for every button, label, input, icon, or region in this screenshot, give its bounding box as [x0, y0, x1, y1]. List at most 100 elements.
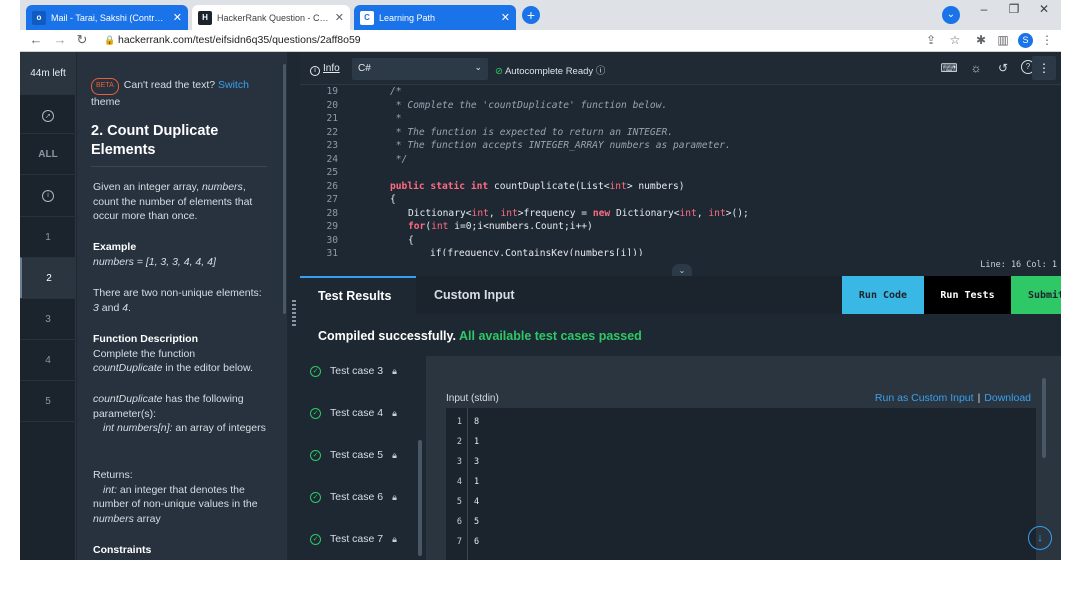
- rail-item-1[interactable]: 1: [20, 216, 76, 258]
- hackerrank-icon: H: [198, 10, 212, 25]
- tab-custom-input[interactable]: Custom Input: [416, 276, 546, 314]
- theme-notice: BETA Can't read the text? Switch theme: [91, 78, 249, 108]
- history-icon[interactable]: ↺: [994, 61, 1012, 75]
- code-editor[interactable]: 19 20 21 22 23 24 25 26 27 28 29 30 31 /…: [300, 86, 1061, 256]
- url-field[interactable]: hackerrank.com/test/eifsidn6q35/question…: [118, 34, 361, 46]
- list-item[interactable]: ✓ Test case 6 🔒︎: [310, 491, 397, 503]
- code-line: * The function accepts INTEGER_ARRAY num…: [390, 140, 731, 151]
- run-tests-button[interactable]: Run Tests: [924, 276, 1011, 314]
- stdin-line: 1: [474, 477, 480, 487]
- stdin-line: 1: [474, 437, 480, 447]
- close-icon[interactable]: ✕: [173, 11, 182, 24]
- share-icon[interactable]: ⇪: [922, 33, 940, 47]
- info-icon: i: [42, 189, 54, 202]
- language-select[interactable]: C# ⌄: [352, 58, 488, 80]
- test-io-panel: Input (stdin) Run as Custom Input | Downlo…: [426, 356, 1061, 560]
- back-icon[interactable]: ←: [28, 32, 44, 47]
- code-line: */: [390, 153, 408, 165]
- code-line: {: [408, 234, 414, 246]
- check-circle-icon: ✓: [310, 533, 321, 545]
- code-line: {: [390, 194, 396, 205]
- info-link[interactable]: i Info: [310, 63, 340, 76]
- compiled-message: Compiled successfully.: [318, 329, 457, 343]
- address-bar: ← → ↻ 🔒 hackerrank.com/test/eifsidn6q35/…: [20, 30, 1061, 52]
- browser-menu-icon[interactable]: ⋮: [1038, 33, 1056, 47]
- stdin-line: 4: [474, 497, 480, 507]
- code-line: * The function is expected to return an …: [390, 126, 674, 138]
- line-gutter: 19 20 21 22 23 24 25 26 27 28 29 30 31: [300, 86, 350, 256]
- switch-theme-link[interactable]: Switch: [218, 79, 249, 91]
- code-line: * Complete the 'countDuplicate' function…: [390, 99, 668, 111]
- arrow-down-icon[interactable]: ↓: [1028, 526, 1052, 550]
- test-case-list: ✓ Test case 3 🔒︎ ✓ Test case 4 🔒︎ ✓ Test case…: [300, 356, 426, 560]
- editor-toolbar: i Info C# ⌄ ⊘ Autocomplete Ready ⓘ ⌨ ☼ ↺ ?…: [300, 52, 1061, 85]
- submit-button[interactable]: Submit: [1011, 276, 1061, 314]
- panel-resize-handle[interactable]: [292, 300, 296, 326]
- stdin-line: 3: [474, 457, 480, 467]
- code-line: *: [390, 113, 402, 124]
- close-icon[interactable]: ✕: [501, 11, 510, 24]
- list-item[interactable]: ✓ Test case 7 🔒︎: [310, 533, 397, 545]
- question-nav-rail: 44m left ➚ ALL i 1 2 3 4 5: [20, 52, 76, 560]
- returns-section: Returns: int: an integer that denotes th…: [93, 469, 258, 525]
- lock-icon: 🔒︎: [392, 533, 397, 544]
- function-description: Function Description Complete the functi…: [93, 333, 253, 374]
- result-summary: Compiled successfully. All available tes…: [300, 314, 1061, 356]
- cursor-position: Line: 16 Col: 1: [980, 260, 1057, 270]
- list-item[interactable]: ✓ Test case 3 🔒︎: [310, 365, 397, 377]
- run-as-custom-input-link[interactable]: Run as Custom Input: [875, 392, 974, 404]
- theme-sun-icon[interactable]: ☼: [967, 61, 985, 75]
- reload-icon[interactable]: ↻: [74, 32, 90, 48]
- lock-icon: 🔒︎: [392, 449, 397, 460]
- keyboard-icon[interactable]: ⌨: [940, 61, 958, 75]
- close-icon[interactable]: ✕: [335, 11, 344, 24]
- page-title: 2. Count Duplicate Elements: [91, 123, 219, 158]
- minimize-icon[interactable]: –: [970, 2, 998, 16]
- side-panel-icon[interactable]: ▥: [994, 33, 1012, 47]
- extensions-icon[interactable]: ✱: [972, 33, 990, 47]
- rail-item-2[interactable]: 2: [20, 257, 76, 299]
- list-item[interactable]: ✓ Test case 4 🔒︎: [310, 407, 397, 419]
- new-tab-button[interactable]: +: [522, 6, 540, 24]
- rail-item-all[interactable]: ALL: [20, 133, 76, 175]
- code-line: /*: [390, 86, 402, 97]
- problem-scrollbar[interactable]: [283, 64, 286, 314]
- maximize-icon[interactable]: ❐: [1000, 2, 1028, 16]
- lock-icon: 🔒︎: [392, 491, 397, 502]
- avatar[interactable]: S: [1018, 33, 1033, 48]
- rail-info-button[interactable]: i: [20, 174, 76, 216]
- lock-icon: 🔒︎: [392, 365, 397, 376]
- problem-panel: BETA Can't read the text? Switch theme 2.…: [77, 52, 287, 560]
- tab-test-results[interactable]: Test Results: [300, 276, 416, 314]
- chevron-down-icon[interactable]: ⌄: [942, 6, 960, 24]
- list-item[interactable]: ✓ Test case 5 🔒︎: [310, 449, 397, 461]
- bookmark-star-icon[interactable]: ☆: [946, 33, 964, 47]
- nonunique-note: There are two non-unique elements: 3 and…: [93, 287, 262, 314]
- lock-icon: 🔒︎: [392, 407, 397, 418]
- io-scrollbar[interactable]: [1042, 378, 1046, 458]
- browser-tab-mail[interactable]: o Mail - Tarai, Sakshi (Contractor) - ✕: [26, 5, 188, 30]
- rail-item-3[interactable]: 3: [20, 298, 76, 340]
- compass-icon[interactable]: ➚: [20, 94, 76, 136]
- constraints-heading: Constraints: [93, 544, 152, 556]
- run-code-button[interactable]: Run Code: [842, 276, 924, 314]
- autocomplete-status: ⊘ Autocomplete Ready ⓘ: [495, 66, 606, 77]
- window-close-icon[interactable]: ✕: [1030, 2, 1058, 16]
- timer: 44m left: [20, 52, 76, 94]
- download-link[interactable]: Download: [984, 392, 1031, 404]
- test-case-scrollbar[interactable]: [418, 440, 422, 556]
- problem-description: Given an integer array, numbers, count t…: [93, 181, 253, 222]
- check-circle-icon: ✓: [310, 365, 321, 377]
- rail-item-4[interactable]: 4: [20, 339, 76, 381]
- forward-icon[interactable]: →: [52, 32, 68, 47]
- browser-tab-hackerrank[interactable]: H HackerRank Question - Count Du ✕: [192, 5, 350, 30]
- example-section: Example numbers = [1, 3, 3, 4, 4, 4]: [93, 241, 216, 268]
- rail-item-5[interactable]: 5: [20, 380, 76, 422]
- browser-tab-learning[interactable]: C Learning Path ✕: [354, 5, 516, 30]
- input-label: Input (stdin): [446, 393, 499, 404]
- check-circle-icon: ✓: [310, 491, 321, 503]
- app-window: o Mail - Tarai, Sakshi (Contractor) - ✕ …: [20, 0, 1061, 560]
- info-icon: i: [310, 66, 320, 76]
- check-circle-icon: ✓: [310, 449, 321, 461]
- more-options-icon[interactable]: ⋮: [1032, 56, 1056, 80]
